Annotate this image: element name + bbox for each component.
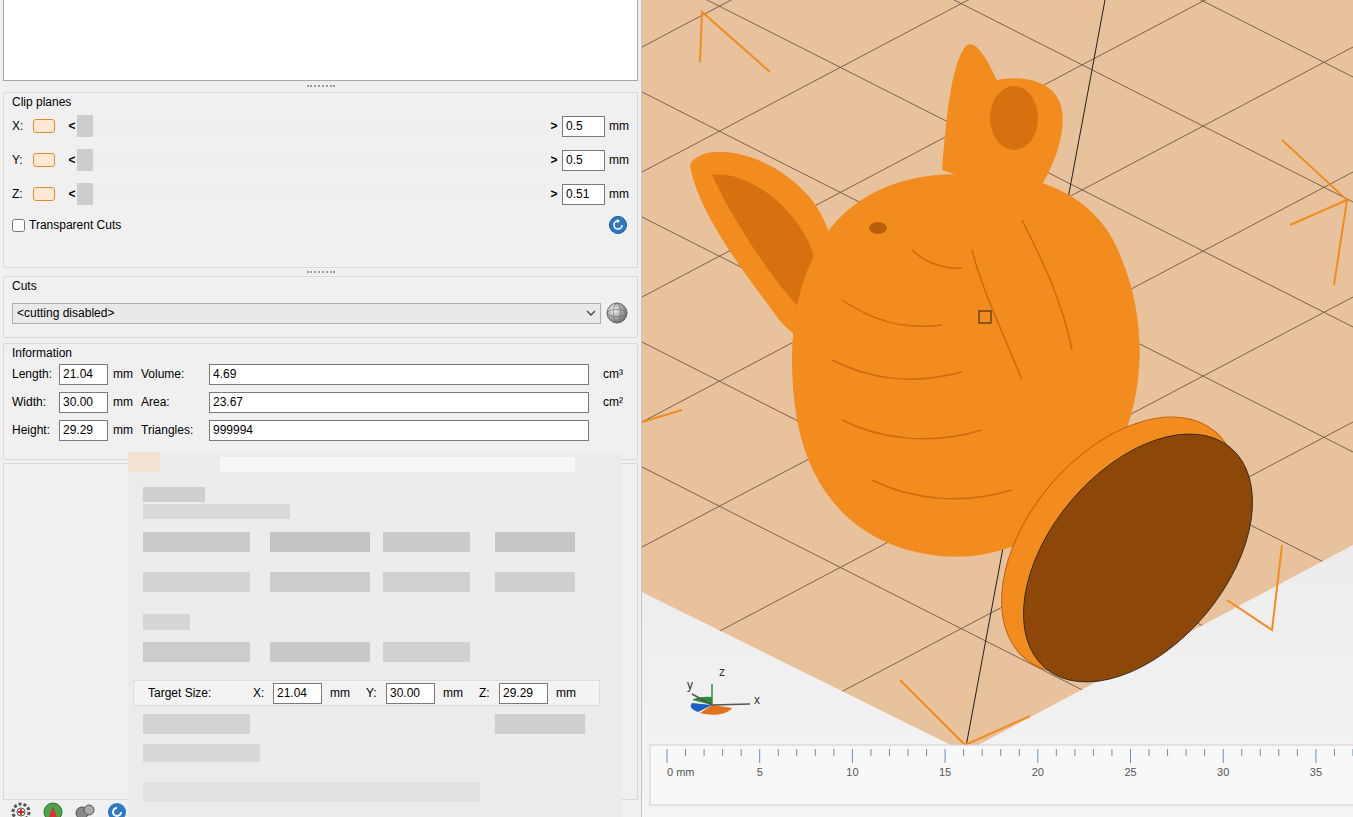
globe-icon[interactable] [42,801,64,817]
dimension-label: Width: [12,395,59,409]
clip-value-field[interactable] [562,116,605,137]
ruler-label: 0 mm [667,766,695,778]
unit-label: mm [108,395,141,409]
unit-label: mm [108,423,141,437]
slider-thumb[interactable] [77,149,93,171]
information-group: Information Length:mmVolume:cm³Width:mmA… [3,343,638,460]
axis-label: y [687,679,693,691]
clip-plane-row: Y: < > mm [12,143,629,177]
pig-head-model [690,44,1298,725]
property-label: Area: [141,395,209,409]
cuts-group: Cuts <cutting disabled> [3,276,638,338]
sphere-icon[interactable] [605,301,629,325]
unit-label: mm [435,686,479,700]
ruler-label: 25 [1124,766,1136,778]
reset-icon[interactable] [609,216,627,234]
object-list[interactable] [3,0,638,81]
chevron-icon [586,309,596,317]
decrease-button[interactable]: < [67,119,77,133]
unit-label: mm [609,187,629,201]
refresh-icon[interactable] [106,801,128,817]
unit-label: mm [609,119,629,133]
axis-label: x [754,694,760,706]
clip-plane-row: Z: < > mm [12,177,629,211]
clip-slider[interactable] [77,183,546,205]
settings-gear-icon[interactable] [10,801,32,817]
axis-gizmo [691,684,750,715]
axis-label: z [719,666,725,678]
clip-slider[interactable] [77,149,546,171]
cut-mode-dropdown[interactable]: <cutting disabled> [12,303,601,324]
axis-label: Z: [12,187,33,201]
axis-label: X: [12,119,33,133]
unit-label: cm³ [603,367,629,381]
plane-toggle-button[interactable] [33,187,55,201]
checkbox-label[interactable]: Transparent Cuts [29,218,121,232]
slider-thumb[interactable] [77,115,93,137]
group-title: Information [12,346,629,360]
ruler [650,745,1353,805]
ruler-label: 30 [1217,766,1229,778]
slider-thumb[interactable] [77,183,93,205]
info-row: Width: mmArea: cm² [12,388,629,416]
ruler-label: 10 [846,766,858,778]
dimension-field[interactable] [59,420,108,441]
dimension-field[interactable] [59,392,108,413]
transparent-cuts-checkbox[interactable] [12,219,25,232]
axis-label: Y: [12,153,33,167]
ruler-label: 5 [757,766,763,778]
transparent-cuts-row: Transparent Cuts [12,211,629,239]
target-size-field[interactable] [386,683,435,704]
plane-toggle-button[interactable] [33,153,55,167]
splitter[interactable] [3,268,638,276]
scene-render [642,0,1353,817]
increase-button[interactable]: > [549,119,559,133]
property-field[interactable] [209,420,589,441]
unit-label: mm [108,367,141,381]
target-size-row: Target Size: X:mmY:mmZ:mm [133,680,600,706]
decrease-button[interactable]: < [67,187,77,201]
ruler-label: 15 [939,766,951,778]
unit-label: cm² [603,395,629,409]
increase-button[interactable]: > [549,153,559,167]
property-field[interactable] [209,364,589,385]
increase-button[interactable]: > [549,187,559,201]
dimension-label: Height: [12,423,59,437]
property-field[interactable] [209,392,589,413]
info-row: Height: mmTriangles: [12,416,629,444]
unit-label: mm [322,686,366,700]
group-title: Clip planes [12,95,629,109]
property-label: Triangles: [141,423,209,437]
dimension-label: Length: [12,367,59,381]
ruler-label: 20 [1032,766,1044,778]
clip-plane-row: X: < > mm [12,109,629,143]
dimension-field[interactable] [59,364,108,385]
clip-value-field[interactable] [562,150,605,171]
splitter[interactable] [3,81,638,91]
side-panel: Clip planes X:<>mmY:<>mmZ:<>mm Transpare… [0,0,642,817]
target-size-field[interactable] [273,683,322,704]
3d-viewport[interactable]: y z x 0 mm 5 10 15 20 25 30 35 [642,0,1353,817]
axis-label: Z: [479,686,499,700]
plane-toggle-button[interactable] [33,119,55,133]
clip-slider[interactable] [77,115,546,137]
group-title: Cuts [12,279,629,293]
unit-label: mm [609,153,629,167]
gears-icon[interactable] [74,801,96,817]
axis-label: Y: [366,686,386,700]
dropdown-value: <cutting disabled> [17,306,586,320]
clip-planes-group: Clip planes X: < > mm Y: < > mm Z: < > mm Transpare… [3,92,638,268]
ruler-label: 35 [1310,766,1322,778]
axis-label: X: [253,686,273,700]
info-row: Length: mmVolume: cm³ [12,360,629,388]
unit-label: mm [548,686,592,700]
target-size-label: Target Size: [148,686,253,700]
target-size-field[interactable] [499,683,548,704]
clip-value-field[interactable] [562,184,605,205]
decrease-button[interactable]: < [67,153,77,167]
property-label: Volume: [141,367,209,381]
scale-dialog: Target Size: X:mmY:mmZ:mm [128,452,622,817]
build-plate [642,0,1353,817]
